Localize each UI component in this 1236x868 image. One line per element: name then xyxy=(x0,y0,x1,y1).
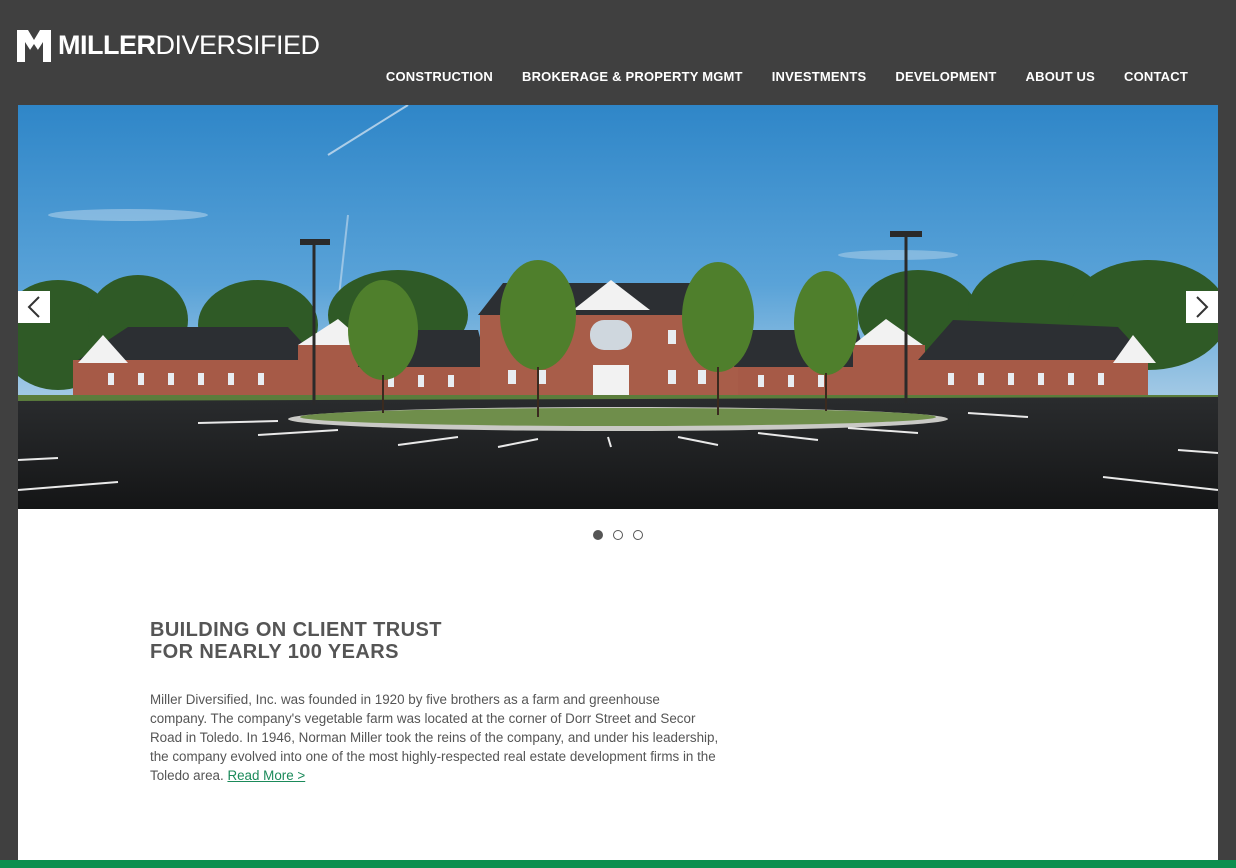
intro-paragraph: Miller Diversified, Inc. was founded in … xyxy=(150,690,720,785)
slider-dot-3[interactable] xyxy=(633,530,643,540)
slider-dot-1[interactable] xyxy=(593,530,603,540)
logo-text: MILLERDIVERSIFIED xyxy=(58,29,321,60)
main-nav: CONSTRUCTION BROKERAGE & PROPERTY MGMT I… xyxy=(357,69,1188,84)
page-headline: BUILDING ON CLIENT TRUST FOR NEARLY 100 … xyxy=(150,619,442,663)
site-header: MILLERDIVERSIFIED CONSTRUCTION BROKERAGE… xyxy=(0,0,1236,105)
nav-investments[interactable]: INVESTMENTS xyxy=(772,69,867,84)
logo-mark-icon xyxy=(17,30,51,62)
nav-development[interactable]: DEVELOPMENT xyxy=(895,69,996,84)
main-content: BUILDING ON CLIENT TRUST FOR NEARLY 100 … xyxy=(18,509,1218,860)
nav-about-us[interactable]: ABOUT US xyxy=(1026,69,1096,84)
chevron-left-icon xyxy=(27,296,40,318)
nav-construction[interactable]: CONSTRUCTION xyxy=(386,69,493,84)
headline-line-1: BUILDING ON CLIENT TRUST xyxy=(150,619,442,641)
slider-dot-2[interactable] xyxy=(613,530,623,540)
nav-brokerage-property-mgmt[interactable]: BROKERAGE & PROPERTY MGMT xyxy=(522,69,743,84)
headline-line-2: FOR NEARLY 100 YEARS xyxy=(150,641,399,663)
chevron-right-icon xyxy=(1196,296,1209,318)
hero-slider xyxy=(18,105,1218,509)
slider-prev-button[interactable] xyxy=(18,291,50,323)
nav-contact[interactable]: CONTACT xyxy=(1124,69,1188,84)
logo[interactable]: MILLERDIVERSIFIED xyxy=(17,28,320,62)
footer-accent-bar xyxy=(0,860,1236,868)
slider-dots xyxy=(18,530,1218,540)
hero-image xyxy=(18,105,1218,509)
logo-text-light: DIVERSIFIED xyxy=(155,29,321,60)
read-more-link[interactable]: Read More > xyxy=(227,768,305,783)
logo-text-bold: MILLER xyxy=(58,29,156,60)
slider-next-button[interactable] xyxy=(1186,291,1218,323)
